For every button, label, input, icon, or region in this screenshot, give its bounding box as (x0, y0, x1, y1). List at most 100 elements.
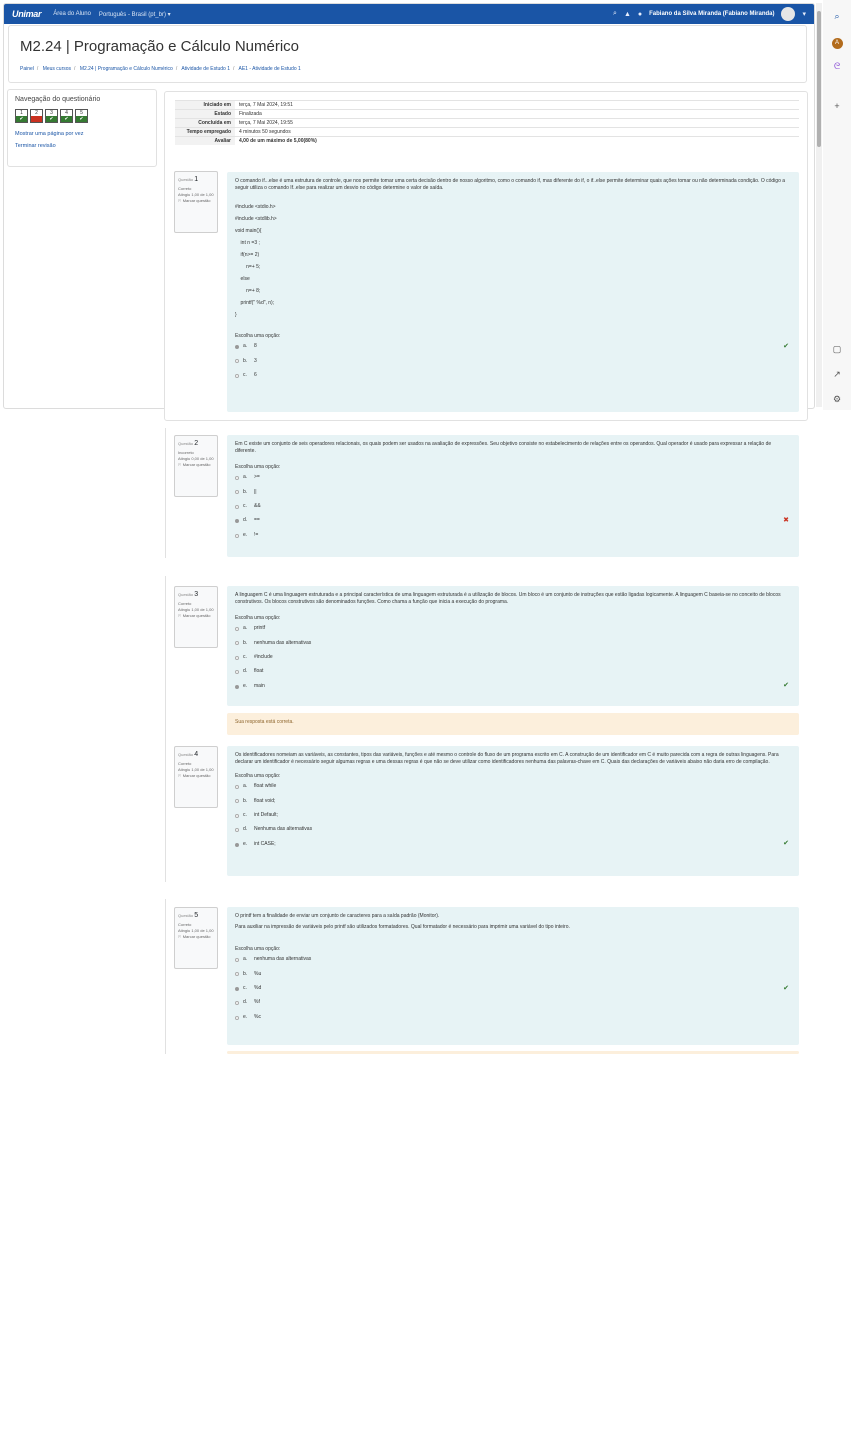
radio-button[interactable] (235, 784, 239, 789)
gear-icon[interactable]: ⚙ (831, 393, 843, 405)
option-a[interactable]: a. nenhuma das alternativas (235, 953, 791, 967)
copilot-icon[interactable]: ᘓ (831, 60, 843, 72)
show-one-page-link[interactable]: Mostrar uma página por vez (15, 131, 149, 137)
language-menu[interactable]: Português - Brasil (pt_br) ▾ (99, 11, 171, 18)
radio-button[interactable] (235, 373, 239, 378)
breadcrumb-separator: / (175, 66, 178, 72)
check-icon: ✔ (783, 342, 789, 350)
radio-button[interactable] (235, 1015, 239, 1020)
radio-button[interactable] (235, 641, 239, 646)
radio-button[interactable] (235, 684, 239, 689)
options-prompt: Escolha uma opção: (235, 772, 281, 779)
option-b[interactable]: b. %u (235, 967, 791, 981)
flag-question[interactable]: ⚐ Marcar questão (178, 773, 214, 779)
chevron-down-icon[interactable]: ▾ (802, 10, 806, 18)
site-logo[interactable]: Unimar (12, 9, 42, 19)
radio-button[interactable] (235, 475, 239, 480)
breadcrumb-item[interactable]: M2.24 | Programação e Cálculo Numérico (80, 66, 173, 72)
option-c[interactable]: c. %d ✔ (235, 982, 791, 996)
flag-question[interactable]: ⚐ Marcar questão (178, 613, 214, 619)
radio-button[interactable] (235, 344, 239, 349)
quiz-nav-button-2[interactable]: 2 (30, 109, 43, 123)
option-d[interactable]: d. float (235, 665, 791, 679)
cross-icon: ✖ (783, 517, 789, 525)
question-info: Questão 1 Correto Atingiu 1,00 de 1,00 ⚐… (174, 171, 218, 233)
external-link-icon[interactable]: ↗ (831, 368, 843, 380)
flag-icon: ⚐ (178, 197, 182, 203)
summary-row: Tempo empregado 4 minutos 50 segundos (175, 127, 799, 137)
option-a[interactable]: a. 8 ✔ (235, 340, 791, 354)
summary-value: 4,00 de um máximo de 5,00(80%) (235, 136, 799, 145)
option-a[interactable]: a. >= (235, 471, 791, 485)
question-number: Questão 3 (178, 591, 199, 598)
breadcrumb-separator: / (74, 66, 76, 72)
radio-button[interactable] (235, 359, 239, 364)
flag-question[interactable]: ⚐ Marcar questão (178, 198, 214, 204)
option-a[interactable]: a. float while (235, 780, 791, 794)
radio-button[interactable] (235, 972, 239, 977)
flag-question[interactable]: ⚐ Marcar questão (178, 934, 214, 940)
option-e[interactable]: e. != (235, 528, 791, 542)
page-header: M2.24 | Programação e Cálculo Numérico P… (8, 25, 807, 83)
radio-button[interactable] (235, 533, 239, 538)
question-number: Questão 2 (178, 440, 199, 447)
radio-button[interactable] (235, 670, 239, 675)
option-a[interactable]: a. printf (235, 622, 791, 636)
summary-row: Estado Finalizada (175, 109, 799, 119)
bell-icon[interactable]: ▲ (624, 11, 631, 18)
radio-button[interactable] (235, 957, 239, 962)
option-d[interactable]: d. == ✖ (235, 514, 791, 528)
question-number: Questão 1 (178, 176, 199, 183)
summary-value: 4 minutos 50 segundos (235, 127, 799, 137)
option-b[interactable]: b. 3 (235, 354, 791, 368)
radio-button[interactable] (235, 828, 239, 833)
options-prompt: Escolha uma opção: (235, 945, 281, 952)
option-c[interactable]: c. 6 (235, 369, 791, 383)
breadcrumb-item[interactable]: Atividade de Estudo 1 (181, 66, 230, 72)
search-icon[interactable]: ⌕ (613, 10, 617, 18)
option-c[interactable]: c. #include (235, 651, 791, 665)
option-b[interactable]: b. || (235, 485, 791, 499)
radio-button[interactable] (235, 813, 239, 818)
radio-button[interactable] (235, 490, 239, 495)
chat-icon[interactable]: ● (638, 11, 642, 18)
option-e[interactable]: e. main ✔ (235, 679, 791, 693)
scrollbar[interactable] (816, 3, 822, 407)
option-e[interactable]: e. %c (235, 1010, 791, 1024)
avatar[interactable] (781, 7, 796, 21)
radio-button[interactable] (235, 655, 239, 660)
flag-question[interactable]: ⚐ Marcar questão (178, 462, 214, 468)
nav-link-area-aluno[interactable]: Área do Aluno (53, 11, 91, 17)
radio-button[interactable] (235, 986, 239, 991)
breadcrumb-item[interactable]: AE1 - Atividade de Estudo 1 (239, 66, 301, 72)
avatar-icon[interactable]: A (831, 35, 843, 49)
option-d[interactable]: d. %f (235, 996, 791, 1010)
sidebar-icon[interactable]: ▢ (831, 343, 843, 355)
option-c[interactable]: c. && (235, 500, 791, 514)
plus-icon[interactable]: + (831, 100, 843, 112)
radio-button[interactable] (235, 504, 239, 509)
option-c[interactable]: c. int Default; (235, 809, 791, 823)
end-review-link[interactable]: Terminar revisão (15, 143, 149, 149)
summary-value: Finalizada (235, 109, 799, 119)
quiz-nav-button-5[interactable]: 5 ✔ (75, 109, 88, 123)
quiz-nav-button-3[interactable]: 3 ✔ (45, 109, 58, 123)
radio-button[interactable] (235, 626, 239, 631)
question-info: Questão 5 Correto Atingiu 1,00 de 1,00 ⚐… (174, 907, 218, 969)
radio-button[interactable] (235, 1001, 239, 1006)
breadcrumb-item[interactable]: Meus cursos (43, 66, 71, 72)
navbar-right: ⌕ ▲ ● Fabiano da Silva Miranda (Fabiano … (613, 7, 806, 21)
quiz-nav-button-4[interactable]: 4 ✔ (60, 109, 73, 123)
radio-button[interactable] (235, 799, 239, 804)
breadcrumb-item[interactable]: Painel (20, 66, 34, 72)
option-b[interactable]: b. nenhuma das alternativas (235, 636, 791, 650)
user-name[interactable]: Fabiano da Silva Miranda (Fabiano Mirand… (649, 11, 774, 17)
quiz-nav-button-1[interactable]: 1 ✔ (15, 109, 28, 123)
radio-button[interactable] (235, 519, 239, 524)
option-e[interactable]: e. int CASE; ✔ (235, 837, 791, 851)
option-d[interactable]: d. Nenhuma das alternativas (235, 823, 791, 837)
search-icon[interactable]: ⌕ (831, 10, 843, 22)
radio-button[interactable] (235, 842, 239, 847)
scrollbar-thumb[interactable] (817, 11, 821, 147)
option-b[interactable]: b. float void; (235, 794, 791, 808)
